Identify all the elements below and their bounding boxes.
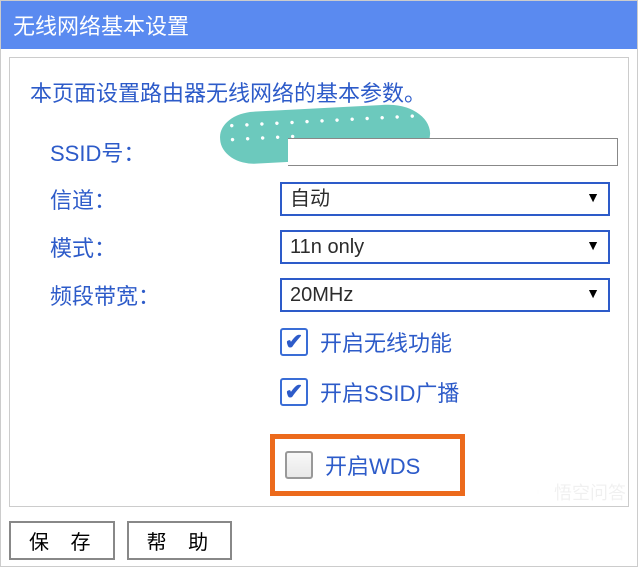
- wireless-enable-row: 开启无线功能: [30, 326, 618, 358]
- ssid-control: [250, 138, 618, 166]
- watermark-icon: [528, 482, 548, 502]
- bandwidth-row: 频段带宽： 20MHz: [30, 278, 618, 312]
- channel-label: 信道：: [50, 183, 280, 215]
- save-button[interactable]: 保 存: [9, 521, 115, 560]
- mode-select[interactable]: 11n only: [280, 230, 610, 264]
- ssid-broadcast-row: 开启SSID广播: [30, 376, 618, 408]
- bandwidth-label: 频段带宽：: [50, 279, 280, 311]
- wireless-enable-label: 开启无线功能: [320, 326, 452, 358]
- mode-label: 模式：: [50, 231, 280, 263]
- wds-label: 开启WDS: [325, 449, 420, 481]
- channel-row: 信道： 自动: [30, 182, 618, 216]
- mode-row: 模式： 11n only: [30, 230, 618, 264]
- panel-body: 本页面设置路由器无线网络的基本参数。 SSID号： 信道： 自动 模式：: [9, 57, 629, 507]
- watermark: 悟空问答: [528, 479, 626, 505]
- bandwidth-select[interactable]: 20MHz: [280, 278, 610, 312]
- panel-title: 无线网络基本设置: [1, 1, 637, 49]
- ssid-row: SSID号：: [30, 136, 618, 168]
- button-bar: 保 存 帮 助: [1, 515, 637, 566]
- wds-highlight: 开启WDS: [270, 434, 465, 496]
- help-button[interactable]: 帮 助: [127, 521, 233, 560]
- wireless-enable-checkbox[interactable]: [280, 328, 308, 356]
- watermark-text: 悟空问答: [554, 479, 626, 505]
- intro-text: 本页面设置路由器无线网络的基本参数。: [30, 76, 618, 108]
- ssid-input[interactable]: [288, 138, 618, 166]
- channel-select[interactable]: 自动: [280, 182, 610, 216]
- ssid-broadcast-label: 开启SSID广播: [320, 376, 459, 408]
- wds-checkbox[interactable]: [285, 451, 313, 479]
- ssid-broadcast-checkbox[interactable]: [280, 378, 308, 406]
